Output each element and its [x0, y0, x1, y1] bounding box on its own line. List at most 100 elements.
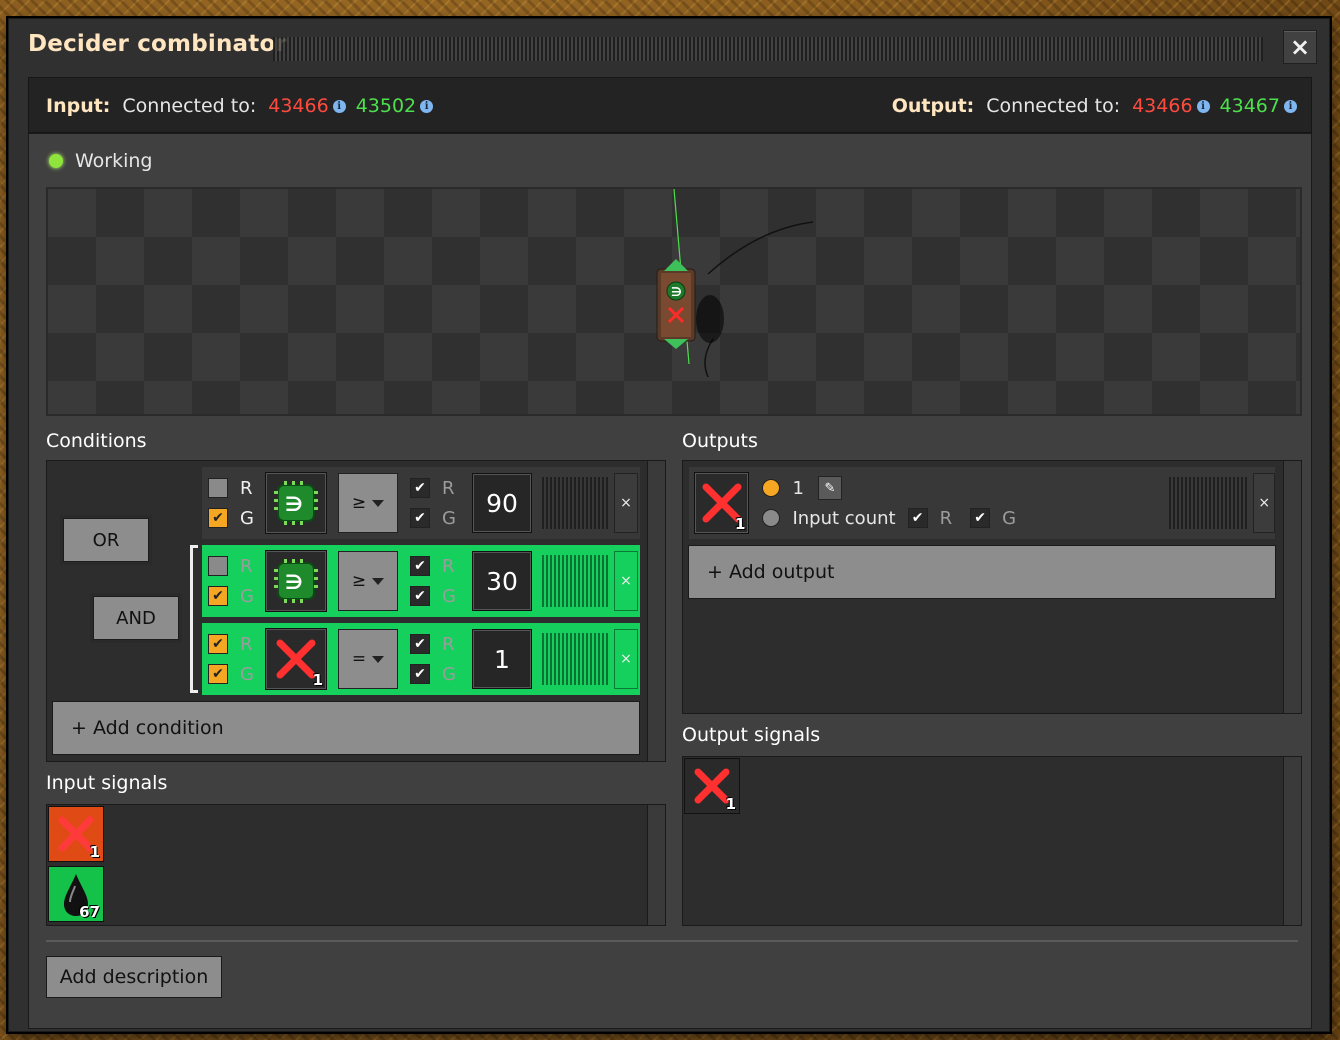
- info-icon[interactable]: i: [332, 99, 346, 113]
- comparator-dropdown[interactable]: =: [338, 629, 398, 689]
- add-output-button[interactable]: + Add output: [688, 545, 1276, 599]
- outputs-scrollbar[interactable]: [1283, 461, 1301, 713]
- left-green-toggle[interactable]: ✔ G: [208, 585, 262, 607]
- output-signal-tile[interactable]: 1: [684, 758, 740, 814]
- red-label: R: [240, 477, 253, 499]
- constant-input[interactable]: 1: [472, 629, 532, 689]
- input-connected-text: Connected to:: [122, 95, 257, 117]
- red-checkbox[interactable]: ✔: [208, 634, 228, 654]
- remove-condition-button[interactable]: ×: [614, 551, 638, 611]
- constant-value-option[interactable]: 1 ✎: [762, 476, 1101, 500]
- comparator-dropdown[interactable]: ≥: [338, 473, 398, 533]
- comparator-dropdown[interactable]: ≥: [338, 551, 398, 611]
- left-red-toggle[interactable]: R: [208, 555, 262, 577]
- right-green-toggle[interactable]: ✔ G: [410, 663, 468, 685]
- remove-condition-button[interactable]: ×: [614, 629, 638, 689]
- decider-combinator-window: Decider combinator × Input: Connected to…: [8, 18, 1330, 1032]
- info-icon[interactable]: i: [420, 99, 434, 113]
- conditions-scrollbar[interactable]: [647, 461, 665, 761]
- drag-grip[interactable]: [1169, 477, 1248, 529]
- add-condition-button[interactable]: + Add condition: [52, 701, 640, 755]
- red-checkbox[interactable]: ✔: [410, 556, 430, 576]
- signal-count: 1: [725, 795, 736, 813]
- condition-row: R ✔ G ∋ ≥ ✔ R ✔ G 30 ×: [202, 545, 640, 617]
- electronic-circuit-icon: ∋: [274, 559, 318, 603]
- right-green-toggle[interactable]: ✔ G: [410, 507, 468, 529]
- conditions-panel: OR AND R ✔ G ∋ ≥ ✔ R ✔ G 90 × R ✔ G ∋ ≥ …: [46, 460, 666, 762]
- left-red-toggle[interactable]: ✔ R: [208, 633, 262, 655]
- chevron-down-icon: [372, 655, 385, 663]
- close-icon: ×: [1289, 33, 1311, 61]
- constant-input[interactable]: 90: [472, 473, 532, 533]
- green-label: G: [442, 585, 456, 607]
- signal-count: 67: [79, 903, 100, 921]
- red-checkbox[interactable]: ✔: [907, 508, 928, 528]
- green-checkbox[interactable]: ✔: [410, 508, 430, 528]
- drag-grip[interactable]: [542, 633, 608, 685]
- green-checkbox[interactable]: ✔: [410, 664, 430, 684]
- constant-radio[interactable]: [762, 479, 781, 497]
- svg-text:∋: ∋: [285, 570, 303, 594]
- pencil-icon[interactable]: ✎: [817, 476, 842, 500]
- add-description-button[interactable]: Add description: [46, 956, 222, 998]
- right-red-toggle[interactable]: ✔ R: [410, 477, 468, 499]
- green-checkbox[interactable]: ✔: [208, 508, 228, 528]
- left-red-toggle[interactable]: R: [208, 477, 262, 499]
- left-green-toggle[interactable]: ✔ G: [208, 663, 262, 685]
- connection-bar: Input: Connected to: 43466 i 43502 i Out…: [28, 77, 1312, 133]
- first-signal-slot[interactable]: ∋: [265, 472, 327, 534]
- titlebar[interactable]: Decider combinator ×: [9, 19, 1329, 77]
- constant-input[interactable]: 30: [472, 551, 532, 611]
- green-checkbox[interactable]: ✔: [208, 586, 228, 606]
- and-button[interactable]: AND: [93, 596, 179, 640]
- input-count-option[interactable]: Input count ✔ R ✔ G: [762, 507, 1101, 529]
- red-label: R: [442, 477, 455, 499]
- info-icon[interactable]: i: [1284, 99, 1297, 113]
- input-count-radio[interactable]: [762, 509, 781, 527]
- status-dot-icon: [49, 154, 63, 168]
- info-icon[interactable]: i: [1196, 99, 1210, 113]
- close-button[interactable]: ×: [1283, 30, 1317, 64]
- input-signals-title: Input signals: [46, 772, 168, 794]
- green-checkbox[interactable]: ✔: [208, 664, 228, 684]
- remove-condition-button[interactable]: ×: [614, 473, 638, 533]
- input-signal-tile[interactable]: 1: [48, 806, 104, 862]
- or-button[interactable]: OR: [63, 518, 149, 562]
- status-indicator: Working: [49, 150, 153, 172]
- right-red-toggle[interactable]: ✔ R: [410, 555, 468, 577]
- drag-grip[interactable]: [542, 555, 608, 607]
- remove-output-button[interactable]: ×: [1253, 473, 1275, 533]
- chevron-down-icon: [372, 577, 385, 585]
- green-label: G: [442, 507, 456, 529]
- comparator-value: ≥: [351, 571, 367, 591]
- input-signals-scrollbar[interactable]: [647, 805, 665, 925]
- right-red-toggle[interactable]: ✔ R: [410, 633, 468, 655]
- chevron-down-icon: [372, 499, 385, 507]
- red-checkbox[interactable]: ✔: [410, 478, 430, 498]
- left-green-toggle[interactable]: ✔ G: [208, 507, 262, 529]
- input-signal-tile[interactable]: 67: [48, 866, 104, 922]
- input-red-network-id: 43466: [268, 95, 329, 117]
- output-signals-panel: 1: [682, 756, 1302, 926]
- circuit-signal-glyph: ∋: [671, 285, 682, 299]
- output-signals-scrollbar[interactable]: [1283, 757, 1301, 925]
- drag-grip[interactable]: [542, 477, 608, 529]
- red-checkbox[interactable]: [208, 478, 228, 498]
- green-checkbox[interactable]: ✔: [970, 508, 991, 528]
- output-signal-slot[interactable]: 1: [694, 472, 750, 534]
- drag-handle[interactable]: [273, 37, 1263, 61]
- first-signal-slot[interactable]: 1: [265, 628, 327, 690]
- right-green-toggle[interactable]: ✔ G: [410, 585, 468, 607]
- input-green-network-id: 43502: [355, 95, 417, 117]
- left-network-selector: R ✔ G: [202, 467, 262, 539]
- input-signals-panel: 1 67: [46, 804, 666, 926]
- first-signal-slot[interactable]: ∋: [265, 550, 327, 612]
- and-bracket: [190, 545, 198, 693]
- green-checkbox[interactable]: ✔: [410, 586, 430, 606]
- red-checkbox[interactable]: ✔: [410, 634, 430, 654]
- outputs-title: Outputs: [682, 430, 758, 452]
- combinator-output-arrow-icon: [664, 259, 688, 271]
- entity-preview[interactable]: ∋: [46, 187, 1302, 416]
- output-label: Output:: [891, 95, 975, 117]
- red-checkbox[interactable]: [208, 556, 228, 576]
